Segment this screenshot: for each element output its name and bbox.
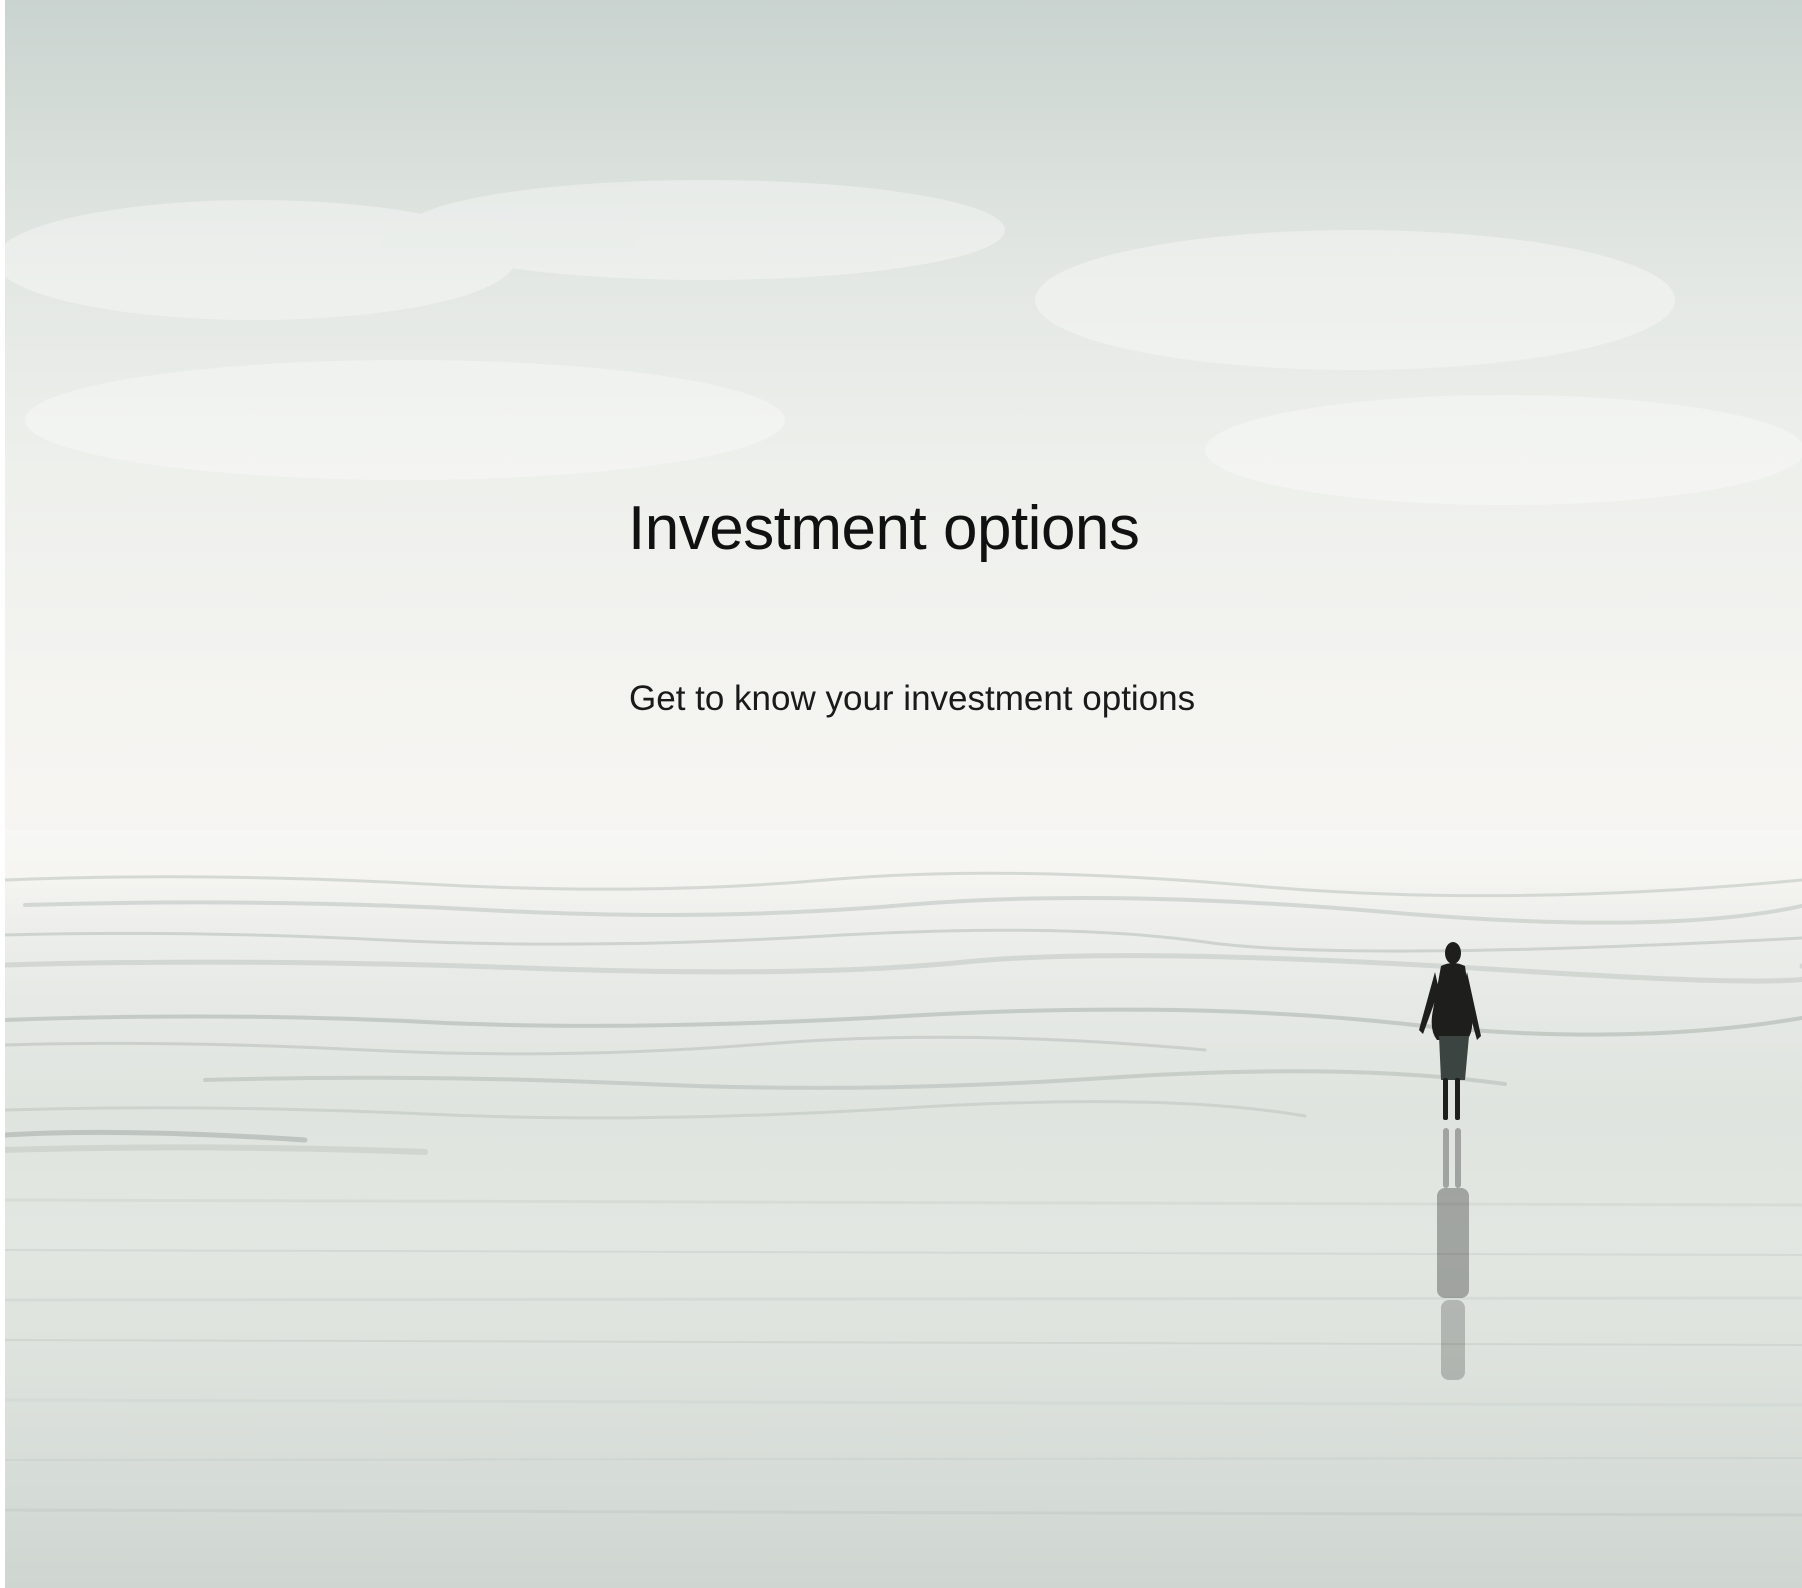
page-title: Investment options bbox=[628, 494, 1140, 563]
wet-sand bbox=[5, 1198, 1802, 1517]
page-subtitle: Get to know your investment options bbox=[629, 679, 1196, 718]
hero-section: Investment options Get to know your inve… bbox=[5, 0, 1802, 1588]
surf-lines bbox=[5, 871, 1802, 1155]
clouds bbox=[5, 180, 1802, 505]
horizon-haze bbox=[5, 830, 1802, 890]
hero-background-image bbox=[5, 180, 1802, 1517]
person-reflection bbox=[1437, 1128, 1469, 1380]
